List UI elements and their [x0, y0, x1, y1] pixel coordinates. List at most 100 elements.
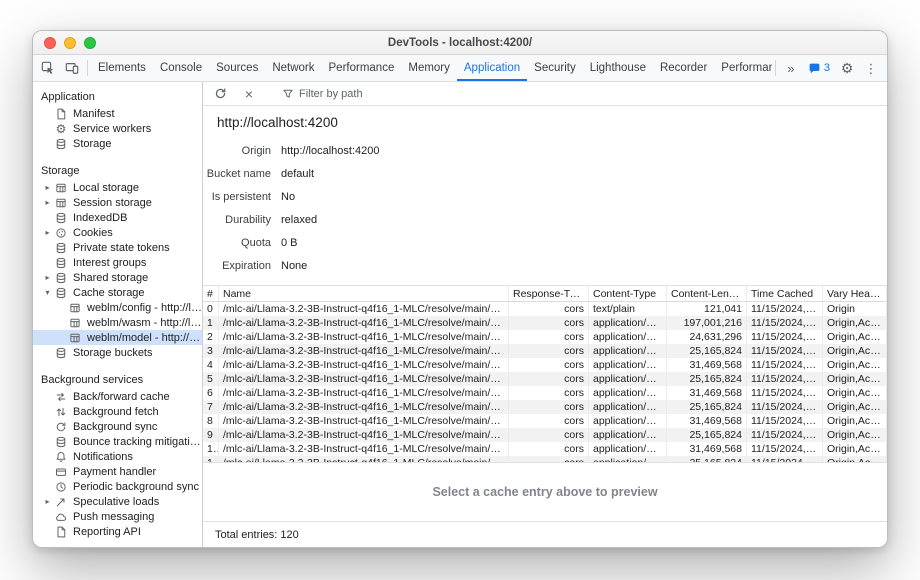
table-row[interactable]: 3/mlc-ai/Llama-3.2-3B-Instruct-q4f16_1-M… [203, 344, 887, 358]
cell-: 5 [203, 372, 219, 386]
devtools-menu-button[interactable]: ⋮ [859, 55, 883, 81]
filter-input[interactable]: Filter by path [278, 86, 367, 102]
sidebar-item-session-storage[interactable]: ▸Session storage [33, 195, 202, 210]
meta-value: 0 B [281, 237, 298, 249]
tab-application[interactable]: Application [457, 55, 527, 81]
table-row[interactable]: 10/mlc-ai/Llama-3.2-3B-Instruct-q4f16_1-… [203, 442, 887, 456]
sidebar-item-cookies[interactable]: ▸Cookies [33, 225, 202, 240]
cell-content-type: application/oc... [589, 316, 667, 330]
table-row[interactable]: 2/mlc-ai/Llama-3.2-3B-Instruct-q4f16_1-M… [203, 330, 887, 344]
column-header-content-type[interactable]: Content-Type [589, 286, 667, 301]
sidebar-item-weblm-wasm-http-loca[interactable]: weblm/wasm - http://loca... [33, 315, 202, 330]
sidebar-item-payment-handler[interactable]: Payment handler [33, 464, 202, 479]
sidebar-item-shared-storage[interactable]: ▸Shared storage [33, 270, 202, 285]
tree-collapsed-arrow-icon[interactable]: ▸ [42, 228, 53, 237]
tab-performance-insights[interactable]: Performance insights [714, 55, 772, 81]
issues-button[interactable]: 3 [803, 55, 835, 81]
table-row[interactable]: 7/mlc-ai/Llama-3.2-3B-Instruct-q4f16_1-M… [203, 400, 887, 414]
tab-security[interactable]: Security [527, 55, 583, 81]
cell-content-length: 25,165,824 [667, 428, 747, 442]
tree-expanded-arrow-icon[interactable]: ▾ [42, 288, 53, 297]
column-header-name[interactable]: Name [219, 286, 509, 301]
tab-recorder[interactable]: Recorder [653, 55, 714, 81]
sidebar-item-indexeddb[interactable]: IndexedDB [33, 210, 202, 225]
sidebar-item-speculative-loads[interactable]: ▸Speculative loads [33, 494, 202, 509]
sidebar-item-bounce-tracking-mitigations[interactable]: Bounce tracking mitigations [33, 434, 202, 449]
sidebar-item-private-state-tokens[interactable]: Private state tokens [33, 240, 202, 255]
sidebar-item-background-fetch[interactable]: Background fetch [33, 404, 202, 419]
database-icon [53, 347, 69, 359]
sidebar-item-storage-buckets[interactable]: Storage buckets [33, 345, 202, 360]
sidebar-item-interest-groups[interactable]: Interest groups [33, 255, 202, 270]
sidebar-item-weblm-model-http-loc[interactable]: weblm/model - http://loc... [33, 330, 202, 345]
tree-collapsed-arrow-icon[interactable]: ▸ [42, 497, 53, 506]
sidebar-item-reporting-api[interactable]: Reporting API [33, 524, 202, 539]
column-header-vary-header[interactable]: Vary Header [823, 286, 887, 301]
tab-lighthouse[interactable]: Lighthouse [583, 55, 653, 81]
sidebar-item-background-sync[interactable]: Background sync [33, 419, 202, 434]
tree-collapsed-arrow-icon[interactable]: ▸ [42, 198, 53, 207]
column-header-response-type[interactable]: Response-Type [509, 286, 589, 301]
zoom-button[interactable] [84, 37, 96, 49]
meta-label: Origin [203, 145, 271, 157]
cell-vary-header: Origin,Access... [823, 414, 887, 428]
device-toolbar-button[interactable] [60, 55, 84, 81]
delete-selected-button[interactable]: × [237, 87, 261, 101]
close-button[interactable] [44, 37, 56, 49]
column-header-content-length[interactable]: Content-Length [667, 286, 747, 301]
table-row[interactable]: 1/mlc-ai/Llama-3.2-3B-Instruct-q4f16_1-M… [203, 316, 887, 330]
cell-vary-header: Origin,Access... [823, 358, 887, 372]
tab-console[interactable]: Console [153, 55, 209, 81]
sidebar-item-manifest[interactable]: Manifest [33, 106, 202, 121]
sidebar-item-notifications[interactable]: Notifications [33, 449, 202, 464]
cell-time-cached: 11/15/2024, 10... [747, 316, 823, 330]
tab-memory[interactable]: Memory [401, 55, 457, 81]
sidebar-item-push-messaging[interactable]: Push messaging [33, 509, 202, 524]
column-header-[interactable]: # [203, 286, 219, 301]
cell-content-type: application/oc... [589, 442, 667, 456]
minimize-button[interactable] [64, 37, 76, 49]
cell-response-type: cors [509, 344, 589, 358]
more-tabs-button[interactable]: » [779, 55, 803, 81]
column-header-time-cached[interactable]: Time Cached [747, 286, 823, 301]
sidebar-item-cache-storage[interactable]: ▾Cache storage [33, 285, 202, 300]
sidebar-section-application: Application [33, 86, 202, 106]
settings-button[interactable]: ⚙ [835, 55, 859, 81]
table-row[interactable]: 8/mlc-ai/Llama-3.2-3B-Instruct-q4f16_1-M… [203, 414, 887, 428]
refresh-button[interactable] [208, 87, 232, 100]
cell-vary-header: Origin,Access... [823, 344, 887, 358]
cell-content-length: 24,631,296 [667, 330, 747, 344]
service-worker-icon: ⚙ [53, 123, 69, 135]
sidebar-item-weblm-config-http-loc[interactable]: weblm/config - http://loc... [33, 300, 202, 315]
inspect-element-button[interactable] [36, 55, 60, 81]
sidebar-item-storage[interactable]: Storage [33, 136, 202, 151]
tree-collapsed-arrow-icon[interactable]: ▸ [42, 273, 53, 282]
table-row[interactable]: 4/mlc-ai/Llama-3.2-3B-Instruct-q4f16_1-M… [203, 358, 887, 372]
table-icon [67, 332, 83, 344]
sidebar-item-label: Interest groups [73, 257, 146, 269]
sidebar-item-back-forward-cache[interactable]: Back/forward cache [33, 389, 202, 404]
cell-content-length: 31,469,568 [667, 442, 747, 456]
tab-elements[interactable]: Elements [91, 55, 153, 81]
sidebar-item-label: Service workers [73, 123, 151, 135]
table-row[interactable]: 6/mlc-ai/Llama-3.2-3B-Instruct-q4f16_1-M… [203, 386, 887, 400]
preview-placeholder: Select a cache entry above to preview [432, 485, 657, 499]
tree-collapsed-arrow-icon[interactable]: ▸ [42, 183, 53, 192]
cell-response-type: cors [509, 400, 589, 414]
filter-funnel-icon [282, 88, 294, 100]
sidebar-item-periodic-background-sync[interactable]: Periodic background sync [33, 479, 202, 494]
tab-performance[interactable]: Performance [322, 55, 402, 81]
table-row[interactable]: 9/mlc-ai/Llama-3.2-3B-Instruct-q4f16_1-M… [203, 428, 887, 442]
sidebar-item-service-workers[interactable]: ⚙ Service workers [33, 121, 202, 136]
table-row[interactable]: 5/mlc-ai/Llama-3.2-3B-Instruct-q4f16_1-M… [203, 372, 887, 386]
sidebar-item-local-storage[interactable]: ▸Local storage [33, 180, 202, 195]
titlebar: DevTools - localhost:4200/ [33, 31, 887, 55]
tab-network[interactable]: Network [265, 55, 321, 81]
cell-time-cached: 11/15/2024, 10... [747, 428, 823, 442]
tab-sources[interactable]: Sources [209, 55, 265, 81]
cell-name: /mlc-ai/Llama-3.2-3B-Instruct-q4f16_1-ML… [219, 400, 509, 414]
table-row[interactable]: 0/mlc-ai/Llama-3.2-3B-Instruct-q4f16_1-M… [203, 302, 887, 316]
cache-origin-title: http://localhost:4200 [203, 106, 887, 137]
sidebar-item-label: Payment handler [73, 466, 156, 478]
meta-label: Durability [203, 214, 271, 226]
